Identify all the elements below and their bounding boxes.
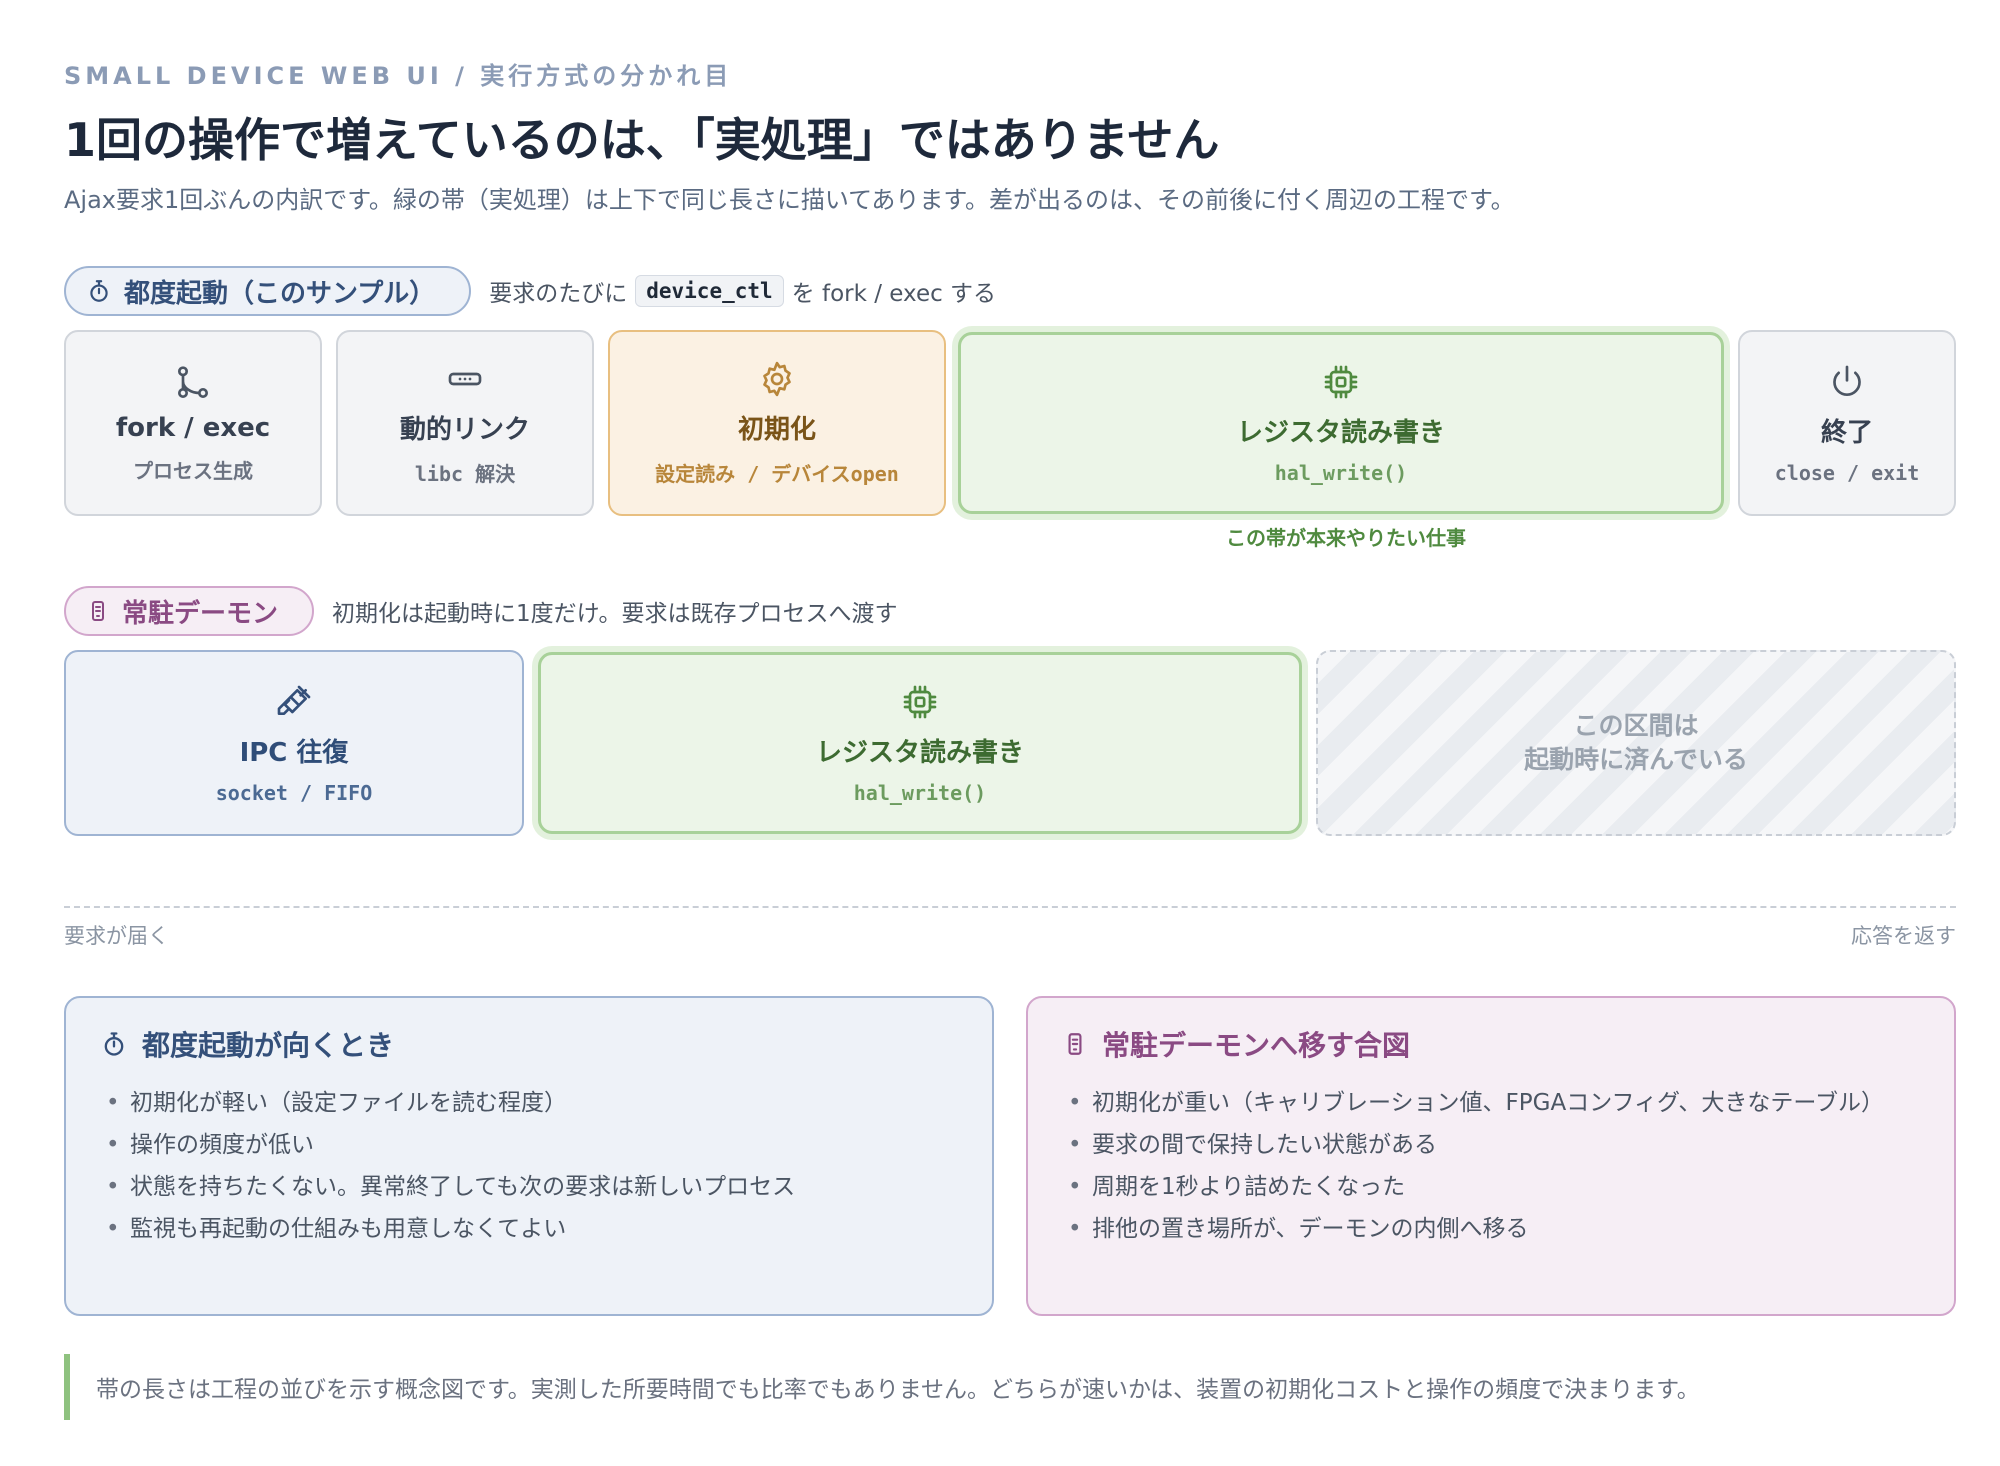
step-ipc: IPC 往復 socket / FIFO xyxy=(64,650,524,836)
skipped-interval: この区間は 起動時に済んでいる xyxy=(1316,650,1956,836)
axis-end-label: 応答を返す xyxy=(1851,924,1956,948)
footnote: 帯の長さは工程の並びを示す概念図です。実測した所要時間でも比率でもありません。ど… xyxy=(64,1354,1956,1420)
step-dynamic-link: 動的リンク libc 解決 xyxy=(336,330,594,516)
list-item: 初期化が重い（キャリブレーション値、FPGAコンフィグ、大きなテーブル） xyxy=(1062,1082,1920,1124)
card-daemon: 常駐デーモンへ移す合図 初期化が重い（キャリブレーション値、FPGAコンフィグ、… xyxy=(1026,996,1956,1316)
step-sub: 設定読み / デバイスopen xyxy=(655,462,899,486)
daemon-pill-label: 常駐デーモン xyxy=(122,598,279,629)
daemon-pill: 常駐デーモン xyxy=(64,586,315,636)
gear-icon xyxy=(763,361,791,397)
step-label: レジスタ読み書き xyxy=(815,737,1024,768)
axis-start-label: 要求が届く xyxy=(64,924,169,948)
fork-icon xyxy=(177,365,209,398)
power-icon xyxy=(1833,365,1861,396)
per-request-desc: 要求のたびに device_ctl を fork / exec する xyxy=(489,274,996,308)
page-subtitle: Ajax要求1回ぶんの内訳です。緑の帯（実処理）は上下で同じ長さに描いてあります… xyxy=(64,186,1515,214)
per-request-desc-after: を fork / exec する xyxy=(791,281,997,307)
step-label: fork / exec xyxy=(115,412,271,443)
card-title: 都度起動が向くとき xyxy=(142,1029,395,1062)
timeline-axis xyxy=(64,906,1956,908)
page-title: 1回の操作で増えているのは、「実処理」ではありません xyxy=(64,113,1220,167)
list-item: 初期化が軽い（設定ファイルを読む程度） xyxy=(100,1082,958,1124)
card-title: 常駐デーモンへ移す合図 xyxy=(1102,1029,1411,1062)
card-list: 初期化が重い（キャリブレーション値、FPGAコンフィグ、大きなテーブル） 要求の… xyxy=(1062,1082,1920,1250)
card-per-request: 都度起動が向くとき 初期化が軽い（設定ファイルを読む程度） 操作の頻度が低い 状… xyxy=(64,996,994,1316)
per-request-desc-before: 要求のたびに xyxy=(489,281,628,307)
per-request-desc-code: device_ctl xyxy=(635,275,784,307)
step-sub: hal_write() xyxy=(1274,460,1408,485)
device-icon xyxy=(92,601,104,621)
step-register-rw-daemon: レジスタ読み書き hal_write() xyxy=(538,652,1302,834)
step-sub: close / exit xyxy=(1774,460,1920,485)
step-sub: プロセス生成 xyxy=(133,458,253,483)
list-item: 要求の間で保持したい状態がある xyxy=(1062,1124,1920,1166)
card-header: 常駐デーモンへ移す合図 xyxy=(1062,1024,1920,1064)
green-band-caption: この帯が本来やりたい仕事 xyxy=(1226,526,1466,550)
step-label: レジスタ読み書き xyxy=(1236,417,1445,448)
per-request-pill: 都度起動（このサンプル） xyxy=(64,266,472,316)
step-sub: libc 解決 xyxy=(414,462,516,486)
eyebrow: SMALL DEVICE WEB UI / 実行方式の分かれ目 xyxy=(64,62,733,90)
list-item: 監視も再起動の仕組みも用意しなくてよい xyxy=(100,1208,958,1250)
skipped-line2: 起動時に済んでいる xyxy=(1524,745,1748,774)
stopwatch-icon xyxy=(104,1032,124,1056)
list-item: 操作の頻度が低い xyxy=(100,1124,958,1166)
plug-icon xyxy=(277,685,311,715)
skipped-line1: この区間は xyxy=(1573,711,1699,740)
daemon-header: 常駐デーモン 初期化は起動時に1度だけ。要求は既存プロセスへ渡す xyxy=(64,586,898,636)
list-item: 周期を1秒より詰めたくなった xyxy=(1062,1166,1920,1208)
step-label: IPC 往復 xyxy=(239,737,349,768)
chip-icon xyxy=(903,685,937,718)
step-sub: hal_write() xyxy=(853,780,987,805)
per-request-header: 都度起動（このサンプル） 要求のたびに device_ctl を fork / … xyxy=(64,266,996,316)
per-request-pill-label: 都度起動（このサンプル） xyxy=(124,278,436,309)
step-exit: 終了 close / exit xyxy=(1738,330,1956,516)
step-label: 終了 xyxy=(1820,417,1873,448)
list-item: 状態を持ちたくない。異常終了しても次の要求は新しいプロセス xyxy=(100,1166,958,1208)
step-label: 動的リンク xyxy=(399,415,530,445)
card-header: 都度起動が向くとき xyxy=(100,1024,958,1064)
stopwatch-icon xyxy=(90,280,108,302)
daemon-desc: 初期化は起動時に1度だけ。要求は既存プロセスへ渡す xyxy=(332,601,898,627)
device-icon xyxy=(1068,1033,1082,1055)
step-sub: socket / FIFO xyxy=(215,780,373,805)
step-init: 初期化 設定読み / デバイスopen xyxy=(608,330,946,516)
chip-icon xyxy=(1324,365,1358,398)
step-register-rw: レジスタ読み書き hal_write() xyxy=(958,332,1724,514)
step-fork-exec: fork / exec プロセス生成 xyxy=(64,330,322,516)
link-icon xyxy=(448,372,482,386)
list-item: 排他の置き場所が、デーモンの内側へ移る xyxy=(1062,1208,1920,1250)
step-label: 初期化 xyxy=(737,415,816,445)
card-list: 初期化が軽い（設定ファイルを読む程度） 操作の頻度が低い 状態を持ちたくない。異… xyxy=(100,1082,958,1250)
